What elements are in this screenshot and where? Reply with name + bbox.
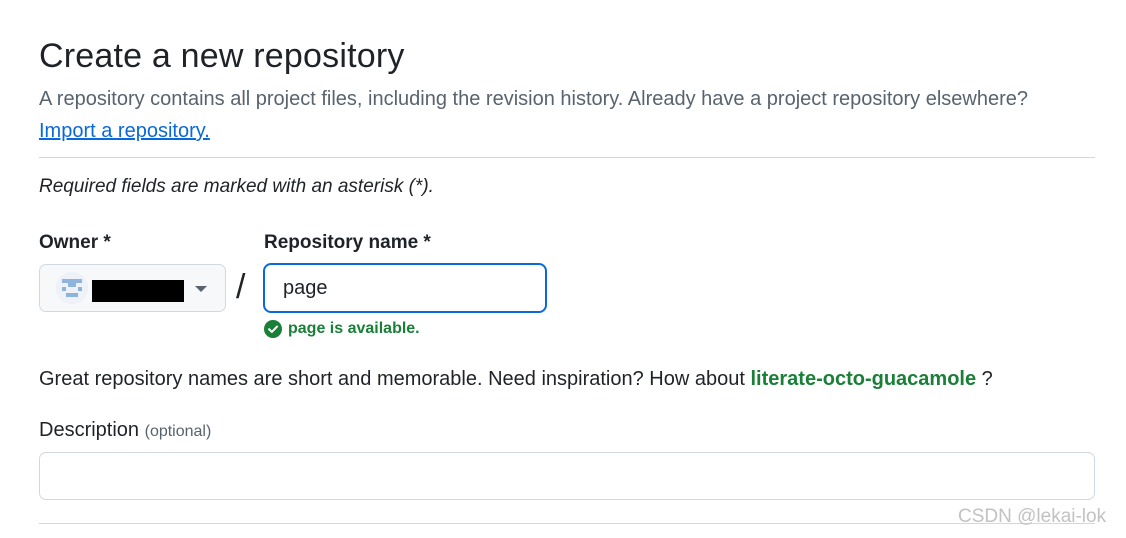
owner-avatar [56,272,88,304]
required-fields-note: Required fields are marked with an aster… [39,176,434,197]
availability-text: page is available. [288,320,420,337]
description-label-text: Description [39,419,140,441]
description-input[interactable] [39,452,1095,500]
page-title: Create a new repository [39,37,405,75]
suggestion-suffix: ? [981,368,993,390]
owner-repo-separator: / [236,268,246,306]
page-subtitle: A repository contains all project files,… [39,88,1029,110]
create-repository-page: Create a new repository A repository con… [0,0,1126,538]
identicon-icon [56,272,88,304]
suggested-name-button[interactable]: literate-octo-guacamole [750,368,976,390]
suggestion-prefix: Great repository names are short and mem… [39,368,745,390]
name-suggestion: Great repository names are short and mem… [39,368,993,391]
repository-name-input[interactable] [263,263,547,313]
owner-name-redacted [92,280,184,302]
optional-hint: (optional) [144,423,212,440]
repository-name-label: Repository name * [264,232,431,253]
header-divider [39,157,1095,158]
watermark: CSDN @lekai-lok [958,506,1107,527]
availability-status: page is available. [264,320,420,338]
import-repository-link[interactable]: Import a repository. [39,120,210,143]
description-label: Description (optional) [39,419,211,442]
section-divider [39,523,1095,524]
owner-label: Owner * [39,232,111,253]
check-circle-icon [264,320,282,338]
caret-down-icon [195,286,207,292]
owner-dropdown-button[interactable] [39,264,226,312]
